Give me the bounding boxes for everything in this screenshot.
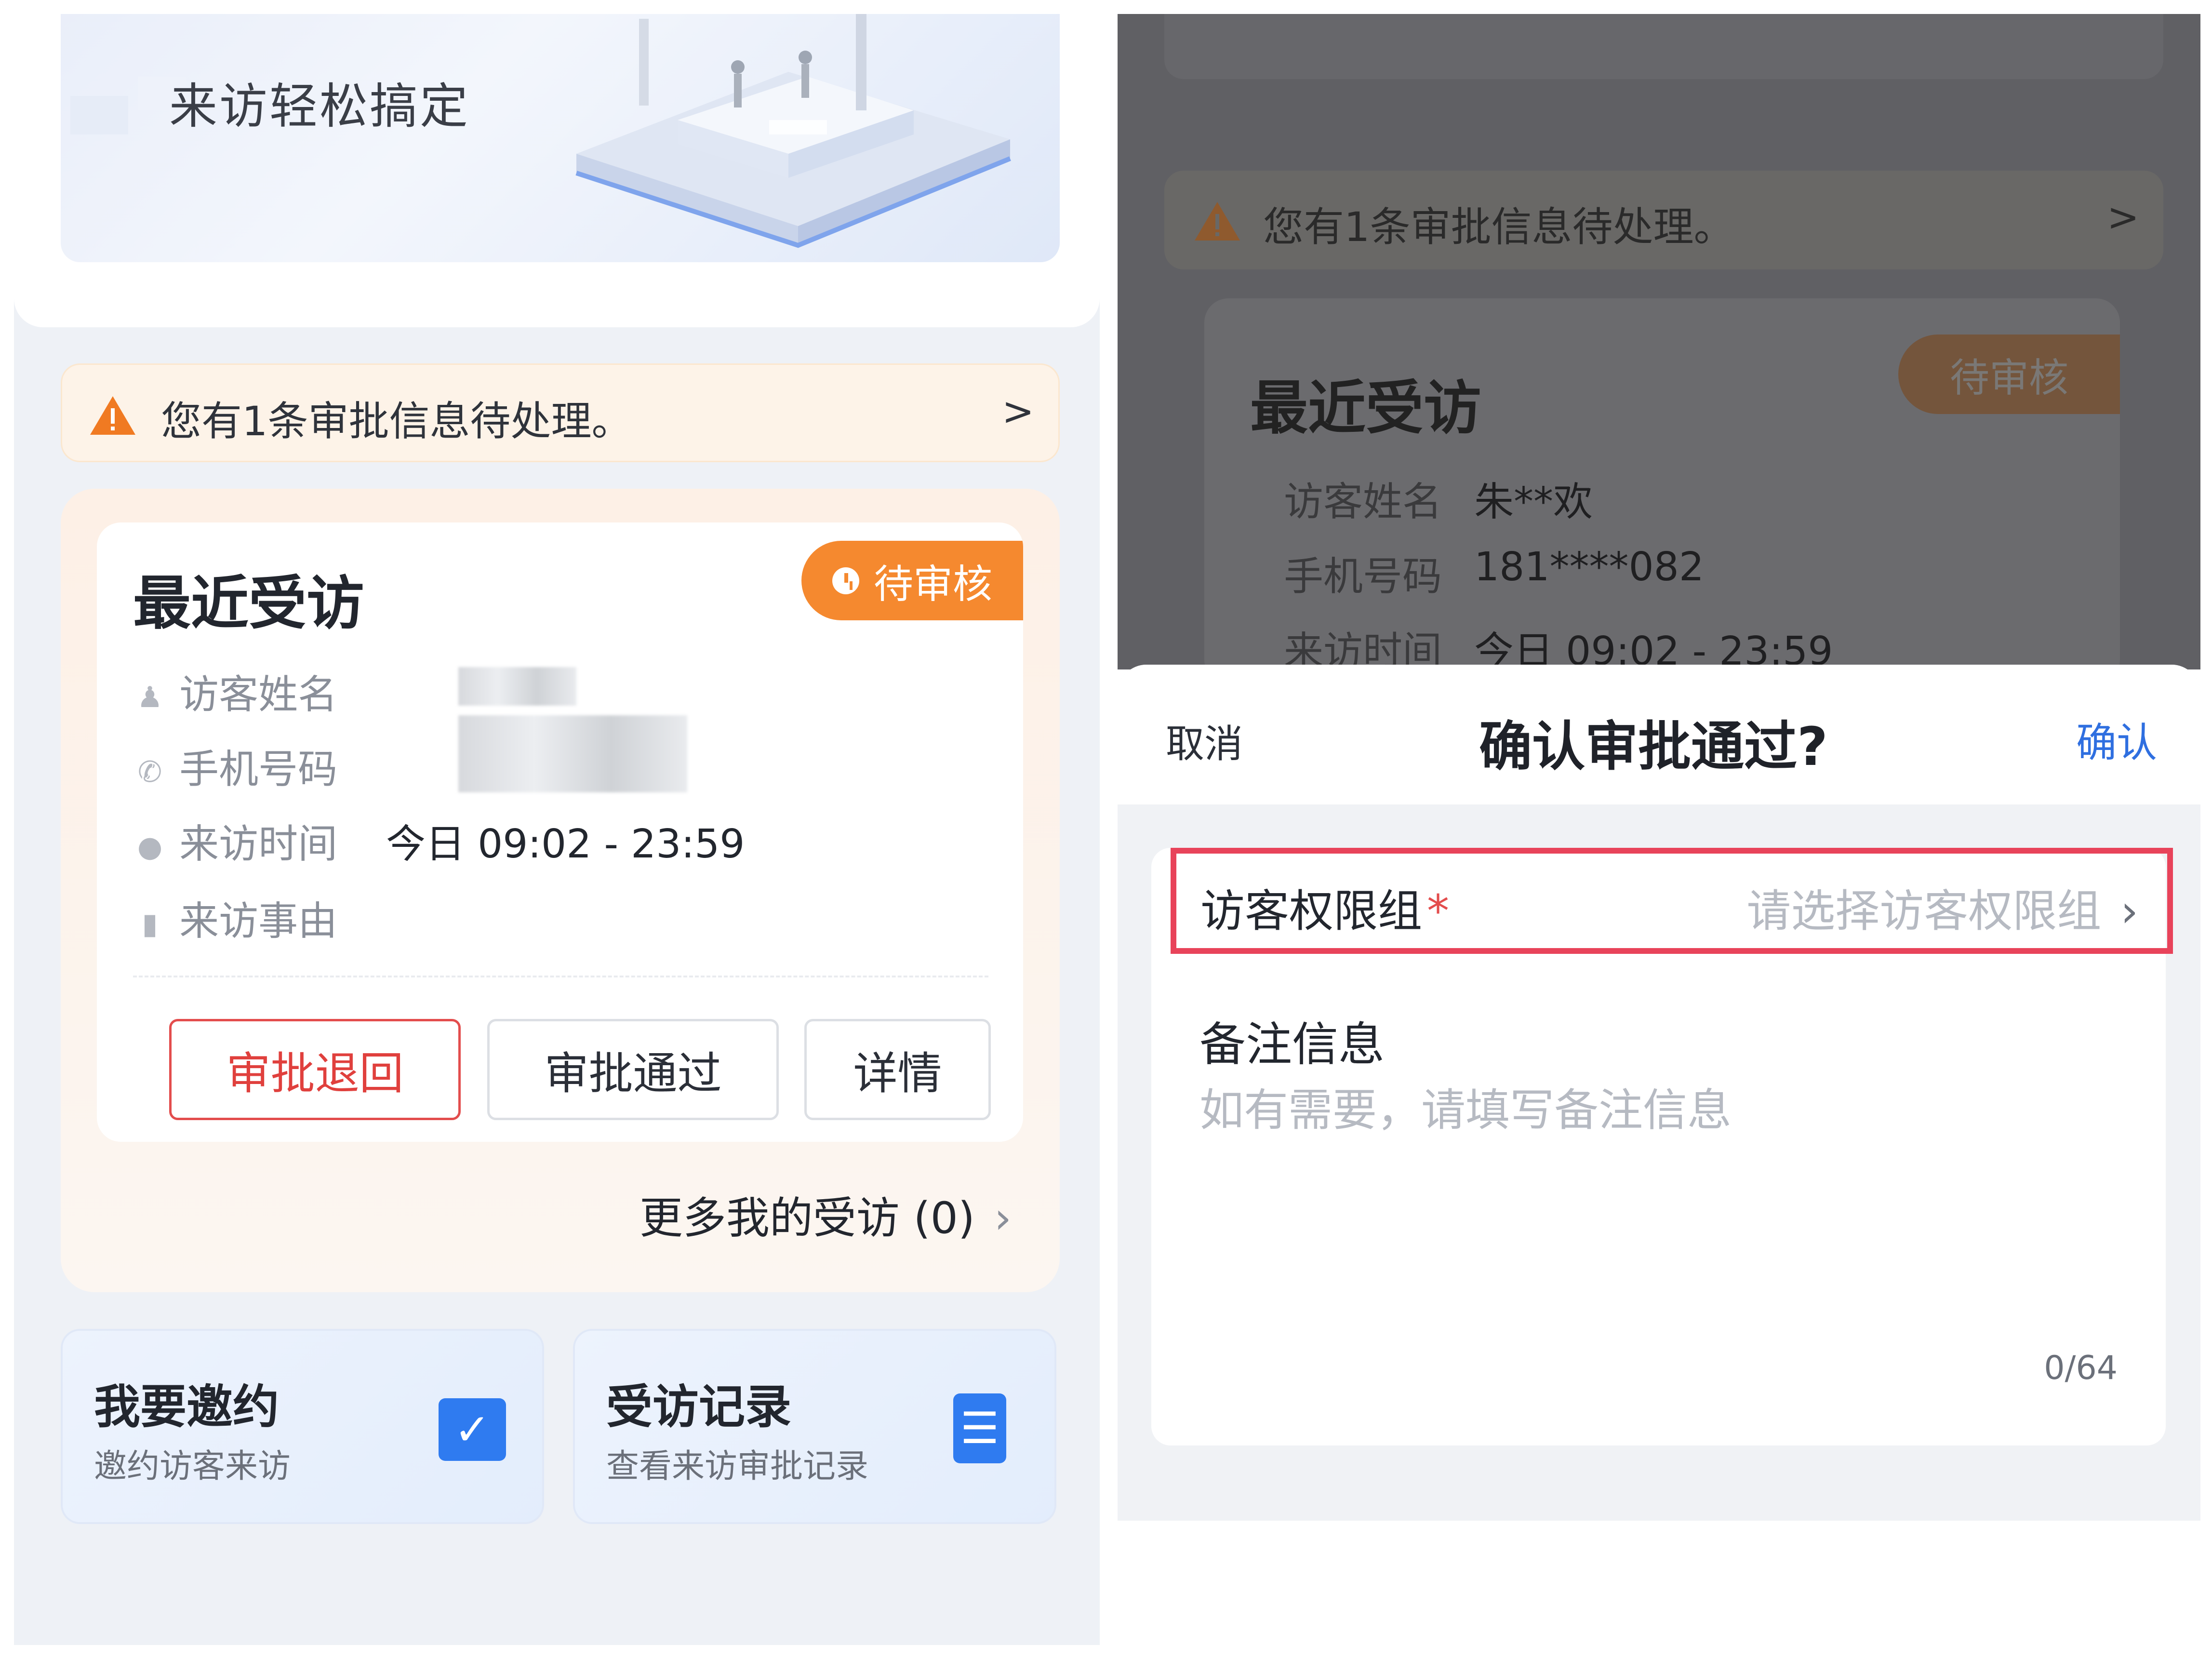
visit-time-label: ● 来访时间 [133, 812, 337, 869]
dimmed-name-label: 访客姓名 [1284, 479, 1442, 525]
records-title: 受访记录 [606, 1380, 791, 1434]
sheet-title: 确认审批通过? [1479, 716, 1828, 777]
hero-illustration [575, 14, 1011, 248]
dimmed-background: 您有1条审批信息待处理。 > 最近受访 待审核 访客姓名 朱**欢 手机号码 1… [1118, 14, 2200, 684]
cancel-button[interactable]: 取消 [1166, 713, 1243, 769]
permission-group-placeholder: 请选择访客权限组 › [1746, 885, 2138, 937]
dimmed-notice: 您有1条审批信息待处理。 > [1164, 171, 2163, 269]
clock-icon [832, 567, 859, 594]
right-screen: 您有1条审批信息待处理。 > 最近受访 待审核 访客姓名 朱**欢 手机号码 1… [1118, 14, 2200, 1521]
user-icon: ♟ [137, 680, 163, 714]
permission-group-label: 访客权限组 * [1200, 885, 1450, 937]
notice-arrow-icon[interactable]: > [1002, 389, 1034, 434]
recent-visit-card: 最近受访 待审核 ♟ 访客姓名 ✆ 手机号码 ● 来访时间 今日 09:02 -… [97, 522, 1023, 1142]
warning-icon [1195, 202, 1240, 241]
warning-icon [90, 396, 135, 435]
reject-button[interactable]: 审批退回 [169, 1019, 461, 1120]
chevron-right-icon: › [994, 1193, 1012, 1244]
clock-icon: ● [137, 830, 163, 864]
phone-icon: ✆ [137, 755, 162, 789]
invite-subtitle: 邀约访客来访 [94, 1447, 291, 1485]
more-visits-link[interactable]: 更多我的受访 (0) › [640, 1183, 1012, 1245]
note-char-counter: 0/64 [2044, 1349, 2118, 1387]
invite-title: 我要邀约 [94, 1380, 279, 1434]
visitor-name-label: ♟ 访客姓名 [133, 662, 337, 720]
notice-text: 您有1条审批信息待处理。 [161, 398, 632, 445]
visit-time-value: 今日 09:02 - 23:59 [386, 821, 745, 867]
approve-button[interactable]: 审批通过 [487, 1019, 779, 1120]
recent-visit-panel: 最近受访 待审核 ♟ 访客姓名 ✆ 手机号码 ● 来访时间 今日 09:02 -… [61, 489, 1060, 1292]
visit-records-card[interactable]: 受访记录 查看来访审批记录 ☰ [573, 1329, 1056, 1524]
dimmed-hero [1164, 14, 2163, 79]
dimmed-phone-label: 手机号码 [1284, 554, 1442, 600]
chevron-right-icon: › [2120, 885, 2138, 937]
confirm-button[interactable]: 确认 [2076, 710, 2157, 769]
note-label: 备注信息 [1199, 1017, 1385, 1071]
sheet-header: 取消 确认审批通过? 确认 [1118, 665, 2200, 804]
status-text: 待审核 [873, 562, 992, 607]
required-mark: * [1427, 885, 1450, 937]
approval-form: 访客权限组* 请选择访客权限组› 备注信息 0/64 [1151, 848, 2173, 1445]
dimmed-notice-arrow: > [2106, 195, 2139, 240]
visitor-permission-group-select[interactable]: 访客权限组 * 请选择访客权限组 › [1171, 848, 2173, 954]
visitor-name-redacted [458, 667, 576, 706]
pending-approval-notice[interactable]: 您有1条审批信息待处理。 > [61, 363, 1060, 462]
document-icon: ▮ [142, 907, 158, 941]
left-screen: 来访轻松搞定 您有1条审批信息待处理。 > 最近受访 待审核 ♟ 访客姓名 ✆ … [14, 14, 1100, 1645]
dimmed-visit-title: 最近受访 [1250, 375, 1481, 442]
dimmed-notice-text: 您有1条审批信息待处理。 [1263, 203, 1734, 251]
calendar-check-icon: ✓ [439, 1398, 506, 1461]
document-list-icon: ☰ [953, 1393, 1006, 1463]
card-divider [133, 976, 988, 977]
recent-visit-title: 最近受访 [133, 570, 364, 637]
dimmed-phone-value: 181****082 [1474, 544, 1705, 590]
status-badge: 待审核 [801, 541, 1023, 620]
invite-visitor-card[interactable]: 我要邀约 邀约访客来访 ✓ [61, 1329, 544, 1524]
hero-banner [61, 14, 1060, 262]
approve-confirm-sheet: 取消 确认审批通过? 确认 访客权限组* 请选择访客权限组› 备注信息 0/64 [1118, 665, 2200, 1521]
note-textarea[interactable] [1199, 1074, 2115, 1373]
hero-card: 来访轻松搞定 [14, 14, 1100, 327]
phone-label: ✆ 手机号码 [133, 737, 337, 794]
visit-reason-label: ▮ 来访事由 [133, 889, 337, 946]
phone-redacted [458, 715, 687, 792]
hero-subtitle: 来访轻松搞定 [169, 78, 470, 134]
dimmed-name-value: 朱**欢 [1474, 479, 1593, 525]
more-visits-label: 更多我的受访 (0) [639, 1193, 975, 1244]
dimmed-status-badge: 待审核 [1898, 334, 2120, 414]
detail-button[interactable]: 详情 [804, 1019, 991, 1120]
records-subtitle: 查看来访审批记录 [606, 1447, 869, 1485]
